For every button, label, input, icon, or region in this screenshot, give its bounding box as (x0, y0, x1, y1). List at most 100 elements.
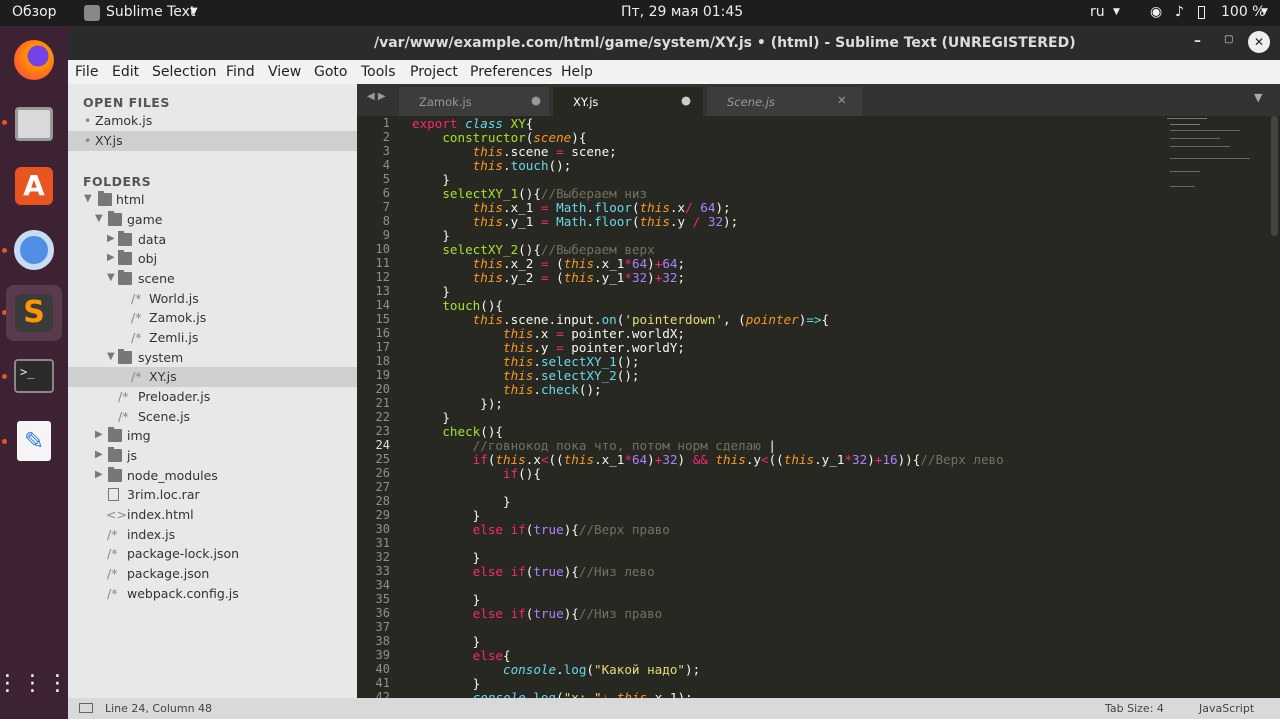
file-row[interactable]: /* World.js (68, 289, 357, 309)
volume-icon[interactable]: ♪ (1175, 4, 1184, 20)
chevron-down-icon[interactable]: ▼ (190, 6, 198, 17)
battery-percent[interactable]: 100 % (1221, 4, 1265, 20)
window-titlebar[interactable]: /var/www/example.com/html/game/system/XY… (68, 26, 1280, 60)
tab-size-selector[interactable]: Tab Size: 4 (1105, 702, 1164, 715)
sublime-text-icon[interactable]: S (6, 285, 62, 341)
activities-button[interactable]: Обзор (12, 4, 57, 20)
code-line: selectXY_2(){//Выбераем верх (442, 242, 655, 257)
code-line: touch(){ (442, 298, 504, 313)
tab-zamok[interactable]: Zamok.js ● (399, 87, 549, 116)
folder-label: scene (138, 271, 175, 286)
menu-view[interactable]: View (268, 64, 301, 80)
code-line: constructor(scene){ (442, 130, 587, 145)
status-bar: Line 24, Column 48 Tab Size: 4 JavaScrip… (68, 698, 1280, 719)
file-label: webpack.config.js (127, 586, 239, 601)
menu-selection[interactable]: Selection (152, 64, 217, 80)
line-number: 12 (375, 270, 390, 284)
files-icon[interactable] (6, 96, 62, 152)
close-icon[interactable]: ✕ (837, 93, 847, 107)
file-row[interactable]: /* Scene.js (68, 407, 357, 427)
file-row[interactable]: /* package-lock.json (68, 544, 357, 564)
file-row[interactable]: /* Preloader.js (68, 387, 357, 407)
syntax-selector[interactable]: JavaScript (1199, 702, 1254, 715)
menu-tools[interactable]: Tools (361, 64, 396, 80)
tab-scroll-arrows-icon[interactable]: ◀ ▶ (367, 91, 386, 102)
folder-row[interactable]: ▶ data (68, 230, 357, 250)
show-applications-icon[interactable]: ⋮⋮⋮ (0, 656, 69, 712)
code-line: } (412, 284, 450, 299)
app-menu-label[interactable]: Sublime Text (106, 4, 195, 20)
js-file-icon: /* (107, 586, 118, 601)
menu-edit[interactable]: Edit (112, 64, 139, 80)
clock[interactable]: Пт, 29 мая 01:45 (621, 4, 743, 20)
code-line: }); (412, 396, 503, 411)
language-indicator[interactable]: ru (1090, 4, 1105, 20)
terminal-icon[interactable]: >_ (6, 348, 62, 404)
file-row[interactable]: /* Zemli.js (68, 328, 357, 348)
folder-icon (98, 191, 112, 206)
folder-row[interactable]: ▶ img (68, 426, 357, 446)
open-file-label: XY.js (95, 133, 123, 148)
file-row[interactable]: <> index.html (68, 505, 357, 525)
panel-toggle-icon[interactable] (79, 703, 93, 713)
chevron-down-icon[interactable]: ▼ (1261, 7, 1268, 17)
file-row[interactable]: /* webpack.config.js (68, 584, 357, 604)
line-number: 35 (375, 592, 390, 606)
text-editor-icon[interactable]: ✎ (6, 413, 62, 469)
line-number: 13 (375, 284, 390, 298)
minimap[interactable] (1162, 116, 1262, 206)
file-label: package-lock.json (127, 546, 240, 561)
menu-find[interactable]: Find (226, 64, 255, 80)
code-line: else if(true){//Низ лево (472, 564, 655, 579)
line-number: 17 (375, 340, 390, 354)
js-file-icon: /* (118, 389, 129, 404)
file-row[interactable]: /* index.js (68, 525, 357, 545)
chevron-down-icon[interactable]: ▼ (1254, 91, 1262, 104)
software-center-icon[interactable]: A (6, 158, 62, 214)
folder-icon (118, 250, 132, 265)
file-label: Zamok.js (149, 310, 207, 325)
line-number: 11 (375, 256, 390, 270)
folder-icon (108, 467, 122, 482)
tab-scene[interactable]: Scene.js ✕ (707, 87, 862, 116)
menu-file[interactable]: File (75, 64, 98, 80)
folder-label: node_modules (127, 468, 218, 483)
code-line: this.scene = scene; (472, 144, 617, 159)
line-number: 15 (375, 312, 390, 326)
file-row[interactable]: /* XY.js (68, 367, 357, 387)
line-number: 29 (375, 508, 390, 522)
chromium-icon[interactable] (6, 222, 62, 278)
file-row[interactable]: 3rim.loc.rar (68, 485, 357, 505)
folder-row[interactable]: ▼ game (68, 210, 357, 230)
folder-row[interactable]: ▼ html (68, 190, 357, 210)
line-number: 9 (382, 228, 390, 242)
open-file-item[interactable]: • XY.js (68, 131, 357, 151)
menu-project[interactable]: Project (410, 64, 458, 80)
code-editor[interactable]: 1 2 3 4 5 6 7 8 9 10 11 12 13 14 15 16 17 18 19 20 21 22 23 24 2… (357, 116, 1280, 698)
maximize-button[interactable]: ▢ (1224, 34, 1233, 45)
folder-label: img (127, 428, 151, 443)
folder-row[interactable]: ▼ scene (68, 269, 357, 289)
line-number: 39 (375, 648, 390, 662)
folder-row[interactable]: ▶ node_modules (68, 466, 357, 486)
folder-icon (118, 270, 132, 285)
firefox-icon[interactable] (6, 32, 62, 88)
file-label: package.json (127, 566, 210, 581)
tab-xy[interactable]: XY.js ● (553, 87, 703, 116)
folder-icon (118, 349, 132, 364)
folder-row[interactable]: ▼ system (68, 348, 357, 368)
file-label: World.js (149, 291, 199, 306)
menu-help[interactable]: Help (561, 64, 593, 80)
folder-row[interactable]: ▶ obj (68, 249, 357, 269)
file-row[interactable]: /* package.json (68, 564, 357, 584)
file-row[interactable]: /* Zamok.js (68, 308, 357, 328)
menu-preferences[interactable]: Preferences (470, 64, 552, 80)
open-file-item[interactable]: • Zamok.js (68, 111, 357, 131)
scrollbar[interactable] (1271, 116, 1278, 236)
wifi-icon[interactable]: ◉ (1150, 4, 1162, 20)
minimize-button[interactable]: – (1194, 33, 1201, 49)
close-button[interactable]: ✕ (1248, 31, 1270, 53)
folder-row[interactable]: ▶ js (68, 446, 357, 466)
menu-goto[interactable]: Goto (314, 64, 347, 80)
tab-label: Scene.js (727, 95, 775, 109)
